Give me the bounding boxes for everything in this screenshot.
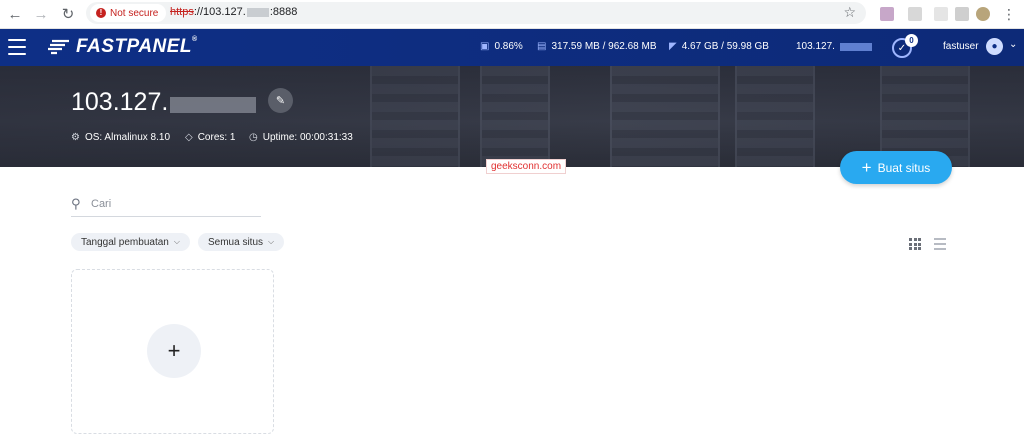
cores-info: ◇ Cores: 1 bbox=[185, 132, 236, 143]
search-icon: ⚲ bbox=[71, 196, 81, 211]
extension-icon[interactable] bbox=[880, 7, 894, 21]
filter-creation-date[interactable]: Tanggal pembuatan ⌵ bbox=[71, 233, 190, 251]
uptime-info: ◷ Uptime: 00:00:31:33 bbox=[249, 132, 353, 143]
fastpanel-logo[interactable]: FASTPANEL® bbox=[48, 36, 198, 57]
server-ip: 103.127. bbox=[796, 41, 872, 52]
redacted-ip bbox=[246, 7, 269, 17]
cpu-stat: ▣ 0.86% bbox=[480, 41, 523, 52]
user-icon[interactable]: ● bbox=[986, 38, 1003, 55]
extension-icon[interactable] bbox=[955, 7, 969, 21]
back-icon[interactable]: ← bbox=[4, 3, 26, 25]
insecure-icon: ! bbox=[96, 8, 106, 18]
create-site-button[interactable]: + Buat situs bbox=[840, 151, 952, 184]
filter-all-sites[interactable]: Semua situs ⌵ bbox=[198, 233, 285, 251]
gear-icon: ⚙ bbox=[71, 132, 80, 143]
url-text[interactable]: https://103.127.:8888 bbox=[170, 6, 297, 18]
chevron-down-icon: ⌵ bbox=[173, 237, 180, 246]
plus-icon[interactable]: + bbox=[147, 324, 201, 378]
star-icon[interactable]: ☆ bbox=[843, 4, 856, 21]
username[interactable]: fastuser bbox=[943, 41, 979, 52]
server-name: 103.127. bbox=[71, 88, 169, 116]
browser-toolbar: ← → ↻ ! Not secure https://103.127.:8888… bbox=[0, 0, 1024, 29]
notification-badge: 0 bbox=[905, 34, 918, 47]
redacted-ip bbox=[170, 97, 256, 113]
search-input[interactable] bbox=[91, 195, 259, 213]
hamburger-icon[interactable] bbox=[8, 39, 26, 55]
extension-icon[interactable] bbox=[934, 7, 948, 21]
security-chip[interactable]: ! Not secure bbox=[90, 4, 167, 22]
clock-icon: ◷ bbox=[249, 132, 258, 143]
cpu-icon: ▣ bbox=[480, 41, 490, 52]
redacted-ip bbox=[839, 42, 872, 51]
disk-icon: ◤ bbox=[669, 41, 677, 52]
add-site-card[interactable]: + bbox=[71, 269, 274, 434]
grid-icon[interactable] bbox=[909, 238, 921, 250]
profile-icon[interactable] bbox=[976, 7, 990, 21]
chevron-down-icon: ⌵ bbox=[268, 237, 275, 246]
list-icon[interactable] bbox=[934, 238, 946, 250]
search-field[interactable]: ⚲ bbox=[71, 195, 261, 217]
plus-icon: + bbox=[861, 158, 872, 177]
app-header: FASTPANEL® ▣ 0.86% ▤ 317.59 MB / 962.68 … bbox=[0, 29, 1024, 66]
pencil-icon[interactable]: ✎ bbox=[268, 88, 293, 113]
security-label: Not secure bbox=[110, 7, 159, 19]
chevron-down-icon[interactable]: ⌄ bbox=[1009, 39, 1017, 50]
memory-icon: ▤ bbox=[537, 41, 547, 52]
watermark: geeksconn.com bbox=[486, 159, 567, 174]
extension-icon[interactable] bbox=[908, 7, 922, 21]
reload-icon[interactable]: ↻ bbox=[57, 3, 79, 25]
diamond-icon: ◇ bbox=[185, 132, 193, 143]
forward-icon[interactable]: → bbox=[30, 3, 52, 25]
memory-stat: ▤ 317.59 MB / 962.68 MB bbox=[537, 41, 657, 52]
os-info: ⚙ OS: Almalinux 8.10 bbox=[71, 132, 171, 143]
disk-stat: ◤ 4.67 GB / 59.98 GB bbox=[669, 41, 769, 52]
more-icon[interactable]: ⋮ bbox=[998, 3, 1020, 25]
logo-mark-icon bbox=[48, 39, 69, 55]
address-bar[interactable]: ! Not secure https://103.127.:8888 ☆ bbox=[86, 2, 866, 24]
